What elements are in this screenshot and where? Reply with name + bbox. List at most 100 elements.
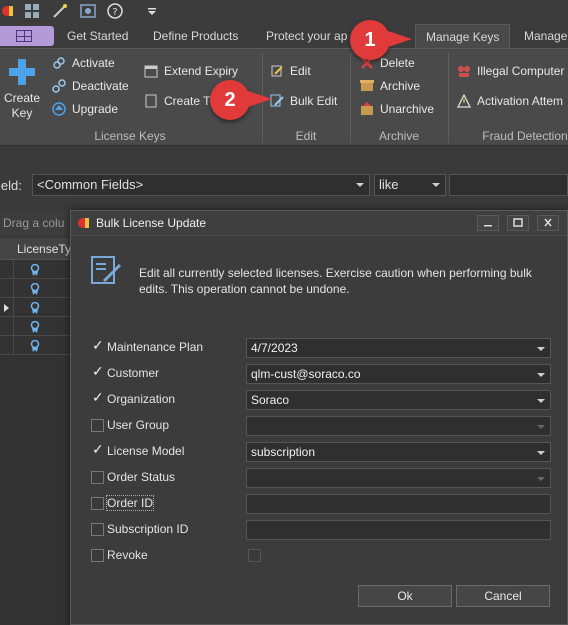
group-label-edit: Edit [295, 129, 317, 143]
archive-label: Archive [380, 79, 421, 93]
activate-button[interactable]: Activate [52, 53, 115, 73]
field-checkbox[interactable] [91, 497, 104, 510]
delete-label: Delete [380, 56, 415, 70]
illegal-computer-icon [458, 66, 470, 77]
create-trial-button[interactable]: Create T [144, 91, 210, 111]
table-row[interactable] [0, 280, 70, 298]
dialog-titlebar[interactable]: Bulk License Update [71, 211, 567, 236]
ribbon: Create Key Activate Deactivate Upgrade E… [0, 48, 568, 146]
ok-button[interactable]: Ok [358, 585, 452, 607]
field-checkbox[interactable]: ✓ [91, 442, 104, 458]
field-label: User Group [107, 418, 170, 432]
row-indicator [0, 299, 14, 317]
settings-window-icon[interactable] [80, 3, 96, 19]
operator-selector-value: like [379, 177, 399, 192]
field-checkbox[interactable]: ✓ [91, 338, 104, 354]
filter-value-input[interactable] [449, 174, 568, 196]
field-value-input[interactable]: subscription [246, 442, 551, 462]
activation-attempts-button[interactable]: Activation Attem [457, 91, 563, 111]
field-label: ield: [0, 178, 22, 193]
field-checkbox[interactable] [91, 523, 104, 536]
group-label-fraud: Fraud Detection [482, 129, 568, 143]
app-icon[interactable] [0, 3, 16, 19]
field-value-input[interactable] [246, 494, 551, 514]
bulk-edit-icon [91, 256, 122, 284]
cancel-button[interactable]: Cancel [456, 585, 550, 607]
field-label: Maintenance Plan [107, 340, 204, 354]
table-row[interactable] [0, 299, 70, 317]
grid-icon[interactable] [24, 3, 40, 19]
license-icon [30, 340, 40, 352]
maximize-button[interactable] [507, 215, 529, 231]
tab-manage[interactable]: Manage [524, 24, 567, 48]
deactivate-label: Deactivate [72, 79, 129, 93]
tab-protect[interactable]: Protect your ap [266, 24, 347, 48]
field-label: Organization [107, 392, 176, 406]
license-grid[interactable]: LicenseTy [0, 238, 71, 625]
field-value-input[interactable] [246, 468, 551, 488]
callout-pointer-2 [248, 91, 272, 107]
grid-icon [16, 30, 32, 42]
field-value-input[interactable] [246, 416, 551, 436]
field-checkbox[interactable]: ✓ [91, 390, 104, 406]
magic-wand-icon[interactable] [52, 3, 68, 19]
field-value-input[interactable]: qlm-cust@soraco.co [246, 364, 551, 384]
field-checkbox[interactable] [91, 549, 104, 562]
field-checkbox[interactable]: ✓ [91, 364, 104, 380]
document-icon [145, 94, 157, 108]
field-value: subscription [251, 445, 316, 459]
license-icon [30, 302, 40, 314]
operator-selector[interactable]: like [374, 174, 446, 196]
close-button[interactable] [537, 215, 559, 231]
group-by-hint: Drag a colu [0, 210, 70, 236]
table-row[interactable] [0, 318, 70, 336]
field-label: Customer [107, 366, 160, 380]
field-value-input[interactable]: Soraco [246, 390, 551, 410]
activate-label: Activate [72, 56, 115, 70]
deactivate-button[interactable]: Deactivate [52, 76, 129, 96]
checkmark-icon: ✓ [92, 338, 104, 354]
field-selector-value: <Common Fields> [37, 177, 144, 192]
field-checkbox[interactable] [91, 471, 104, 484]
extend-expiry-button[interactable]: Extend Expiry [144, 61, 238, 81]
upgrade-label: Upgrade [72, 102, 119, 116]
ribbon-tabs: Get Started Define Products Protect your… [0, 24, 568, 48]
file-menu-button[interactable] [0, 26, 54, 46]
chevron-down-icon [537, 477, 545, 481]
minimize-button[interactable] [477, 215, 499, 231]
field-selector[interactable]: <Common Fields> [32, 174, 370, 196]
checkmark-icon: ✓ [92, 442, 104, 458]
column-license-type[interactable]: LicenseTy [17, 242, 71, 256]
activation-attempts-label: Activation Attem [477, 94, 564, 108]
help-icon[interactable]: ? [107, 3, 123, 19]
field-checkbox[interactable] [91, 419, 104, 432]
chevron-down-icon [537, 425, 545, 429]
group-label-archive: Archive [378, 129, 419, 143]
upgrade-arrow-icon [52, 102, 66, 116]
field-value: qlm-cust@soraco.co [251, 367, 361, 381]
edit-button[interactable]: Edit [270, 61, 311, 81]
svg-text:?: ? [112, 7, 117, 18]
field-label: License Model [107, 444, 185, 458]
unarchive-icon [361, 102, 373, 115]
illegal-computer-button[interactable]: Illegal Computer [457, 61, 564, 81]
revoke-checkbox[interactable] [248, 549, 261, 562]
chevron-down-icon [537, 373, 545, 377]
tab-define-products[interactable]: Define Products [153, 24, 238, 48]
checkmark-icon: ✓ [92, 390, 104, 406]
archive-button[interactable]: Archive [360, 76, 420, 96]
unarchive-button[interactable]: Unarchive [360, 99, 434, 119]
tab-get-started[interactable]: Get Started [67, 24, 128, 48]
upgrade-button[interactable]: Upgrade [52, 99, 118, 119]
tab-manage-keys[interactable]: Manage Keys [415, 24, 511, 48]
field-value-input[interactable] [246, 520, 551, 540]
field-value-input[interactable]: 4/7/2023 [246, 338, 551, 358]
license-icon [30, 264, 40, 276]
field-label: Order ID [105, 495, 155, 511]
bulk-edit-button[interactable]: Bulk Edit [270, 91, 337, 111]
create-key-button[interactable]: Create Key [2, 57, 42, 121]
table-row[interactable] [0, 261, 70, 279]
customize-dropdown-icon[interactable] [144, 3, 160, 19]
table-row[interactable] [0, 337, 70, 355]
create-key-label: Create Key [3, 91, 41, 120]
